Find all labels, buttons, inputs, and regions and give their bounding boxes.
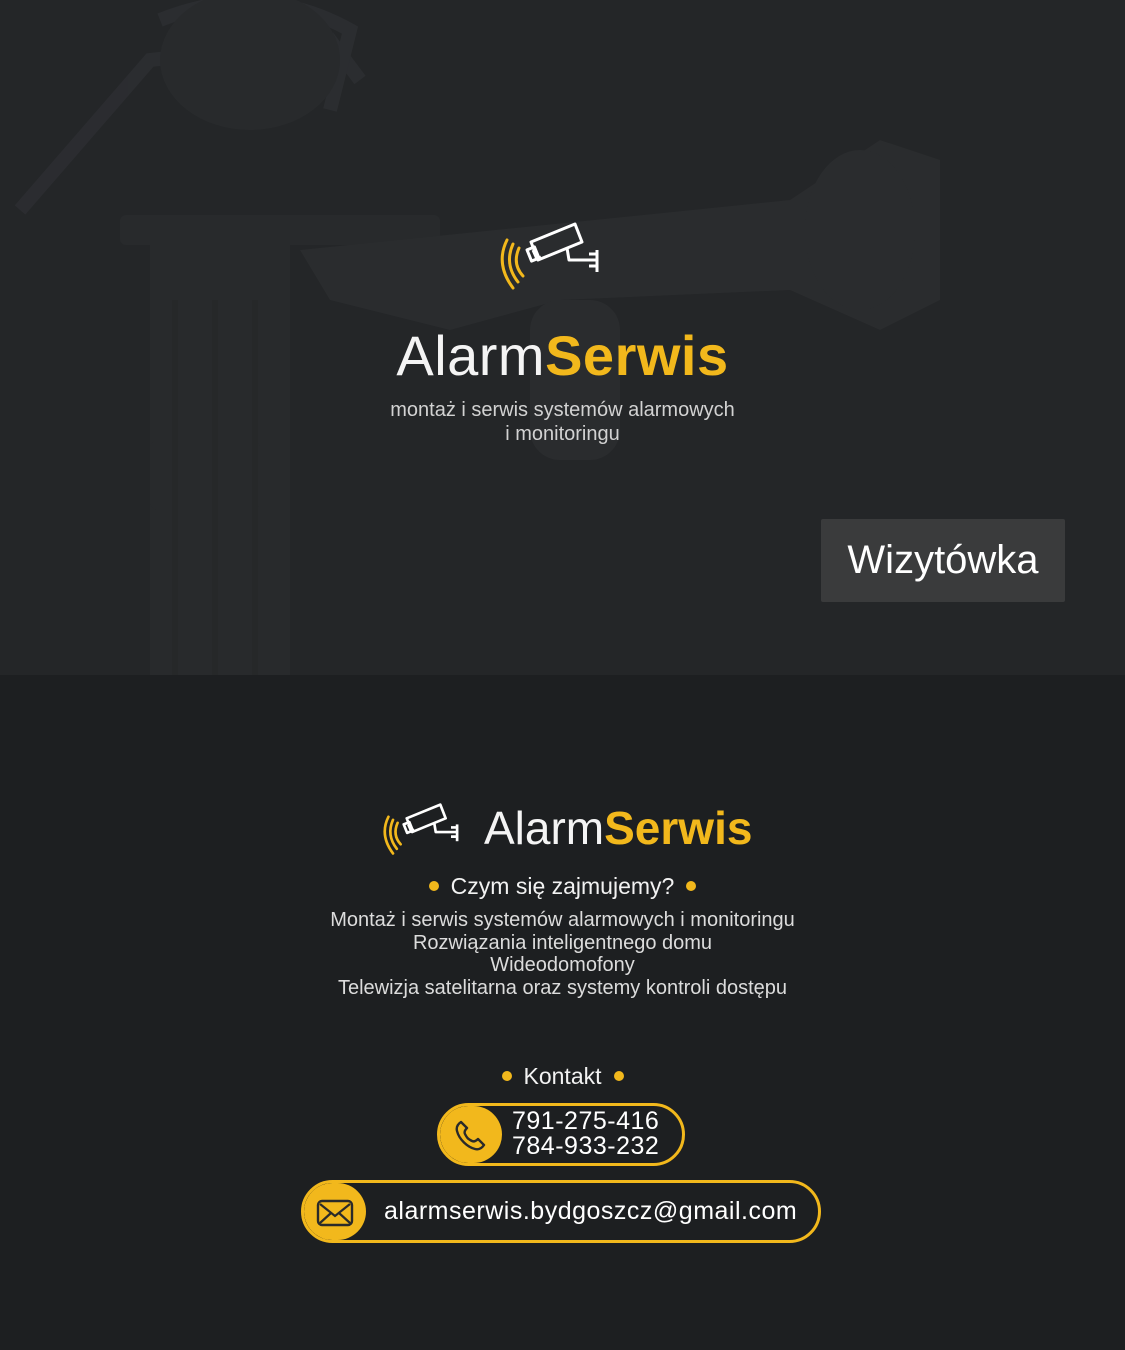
- hero-brand-title: AlarmSerwis: [0, 322, 1125, 390]
- hero-tagline: montaż i serwis systemów alarmowych i mo…: [0, 398, 1125, 446]
- security-camera-small-logo-icon: [383, 803, 459, 855]
- vcard-button[interactable]: Wizytówka: [821, 519, 1065, 602]
- list-item: Wideodomofony: [490, 954, 635, 976]
- services-heading-text: Czym się zajmujemy?: [450, 873, 675, 899]
- bullet-dot-icon: [428, 880, 439, 891]
- bullet-dot-icon: [686, 880, 697, 891]
- services-list: Montaż i serwis systemów alarmowych i mo…: [0, 909, 1125, 999]
- bullet-dot-icon: [501, 1070, 512, 1081]
- contact-heading: Kontakt: [0, 1062, 1125, 1090]
- phone-number-2[interactable]: 784-933-232: [512, 1134, 659, 1159]
- footer-brand-title: AlarmSerwis: [484, 800, 752, 856]
- phone-contact-pill[interactable]: 791-275-416 784-933-232: [437, 1103, 685, 1166]
- bullet-dot-icon: [613, 1070, 624, 1081]
- contact-heading-text: Kontakt: [523, 1063, 602, 1089]
- phone-icon: [440, 1106, 502, 1163]
- envelope-icon: [304, 1183, 366, 1240]
- brand-name-light: Alarm: [396, 324, 546, 387]
- security-camera-logo-icon: [500, 222, 599, 290]
- footer-brand-name-light: Alarm: [484, 802, 605, 854]
- hero-tagline-line1: montaż i serwis systemów alarmowych: [390, 399, 735, 421]
- brand-name-bold: Serwis: [545, 324, 729, 387]
- footer-brand-name-bold: Serwis: [604, 802, 753, 854]
- hero-section: AlarmSerwis montaż i serwis systemów ala…: [0, 0, 1125, 675]
- services-heading: Czym się zajmujemy?: [0, 872, 1125, 900]
- list-item: Rozwiązania inteligentnego domu: [412, 931, 713, 954]
- email-contact-pill[interactable]: alarmserwis.bydgoszcz@gmail.com: [301, 1180, 821, 1243]
- list-item: Montaż i serwis systemów alarmowych i mo…: [330, 909, 795, 931]
- phone-number-1[interactable]: 791-275-416: [512, 1109, 659, 1134]
- email-address[interactable]: alarmserwis.bydgoszcz@gmail.com: [384, 1183, 797, 1240]
- hero-tagline-line2: i monitoringu: [505, 423, 620, 445]
- phone-numbers: 791-275-416 784-933-232: [512, 1109, 659, 1159]
- list-item: Telewizja satelitarna oraz systemy kontr…: [337, 976, 788, 999]
